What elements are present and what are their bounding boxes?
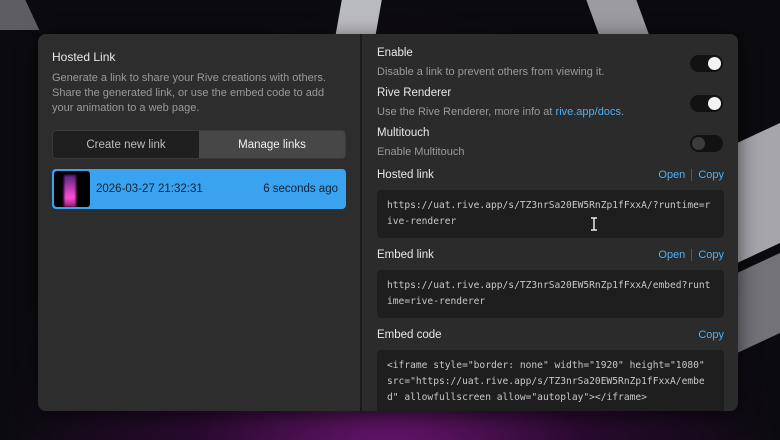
tab-create-new-link[interactable]: Create new link — [53, 131, 199, 158]
hosted-link-section: Hosted link Open Copy https://uat.rive.a… — [377, 167, 724, 238]
toggle-knob — [708, 97, 721, 110]
action-separator — [691, 249, 693, 261]
embed-link-label: Embed link — [377, 249, 434, 261]
background-streak — [735, 116, 780, 264]
toggle-knob — [692, 137, 705, 150]
panel-description: Generate a link to share your Rive creat… — [52, 72, 326, 114]
enable-toggle[interactable] — [690, 55, 723, 72]
embed-code-copy-button[interactable]: Copy — [698, 329, 724, 341]
enable-description: Disable a link to prevent others from vi… — [377, 66, 605, 78]
hosted-link-dialog: Hosted Link Generate a link to share you… — [38, 34, 738, 411]
link-tabs: Create new link Manage links — [52, 130, 346, 159]
embed-code-section: Embed code Copy <iframe style="border: n… — [377, 327, 724, 411]
renderer-desc-prefix: Use the Rive Renderer, more info at — [377, 106, 556, 118]
multitouch-description: Enable Multitouch — [377, 146, 465, 158]
embed-code-label: Embed code — [377, 329, 442, 341]
embed-link-field[interactable]: https://uat.rive.app/s/TZ3nrSa20EW5RnZp1… — [377, 270, 724, 318]
link-list-item[interactable]: 2026-03-27 21:32:31 6 seconds ago — [52, 169, 346, 209]
left-panel: Hosted Link Generate a link to share you… — [38, 34, 360, 411]
embed-code-field[interactable]: <iframe style="border: none" width="1920… — [377, 350, 724, 411]
renderer-toggle[interactable] — [690, 95, 723, 112]
rive-docs-link[interactable]: rive.app/docs — [556, 106, 621, 118]
toggle-knob — [708, 57, 721, 70]
hosted-link-field[interactable]: https://uat.rive.app/s/TZ3nrSa20EW5RnZp1… — [377, 190, 724, 238]
embed-link-section: Embed link Open Copy https://uat.rive.ap… — [377, 247, 724, 318]
multitouch-label: Multitouch — [377, 127, 430, 139]
background-streak — [735, 246, 780, 354]
embed-copy-button[interactable]: Copy — [698, 249, 724, 261]
enable-setting: Enable Disable a link to prevent others … — [377, 47, 724, 78]
text-cursor-icon — [591, 217, 597, 231]
renderer-description: Use the Rive Renderer, more info at rive… — [377, 106, 624, 118]
link-age: 6 seconds ago — [263, 183, 338, 195]
renderer-label: Rive Renderer — [377, 87, 452, 99]
link-thumbnail — [54, 171, 90, 207]
multitouch-setting: Multitouch Enable Multitouch — [377, 127, 724, 158]
background-streak — [0, 0, 40, 30]
right-panel: Enable Disable a link to prevent others … — [362, 34, 738, 411]
enable-label: Enable — [377, 47, 413, 59]
hosted-copy-button[interactable]: Copy — [698, 169, 724, 181]
renderer-setting: Rive Renderer Use the Rive Renderer, mor… — [377, 87, 724, 118]
tab-manage-links[interactable]: Manage links — [199, 131, 345, 158]
multitouch-toggle[interactable] — [690, 135, 723, 152]
hosted-link-label: Hosted link — [377, 169, 434, 181]
embed-open-button[interactable]: Open — [658, 249, 685, 261]
hosted-open-button[interactable]: Open — [658, 169, 685, 181]
link-date: 2026-03-27 21:32:31 — [96, 183, 203, 195]
panel-title: Hosted Link — [52, 50, 116, 64]
renderer-desc-suffix: . — [620, 106, 625, 118]
action-separator — [691, 169, 693, 181]
